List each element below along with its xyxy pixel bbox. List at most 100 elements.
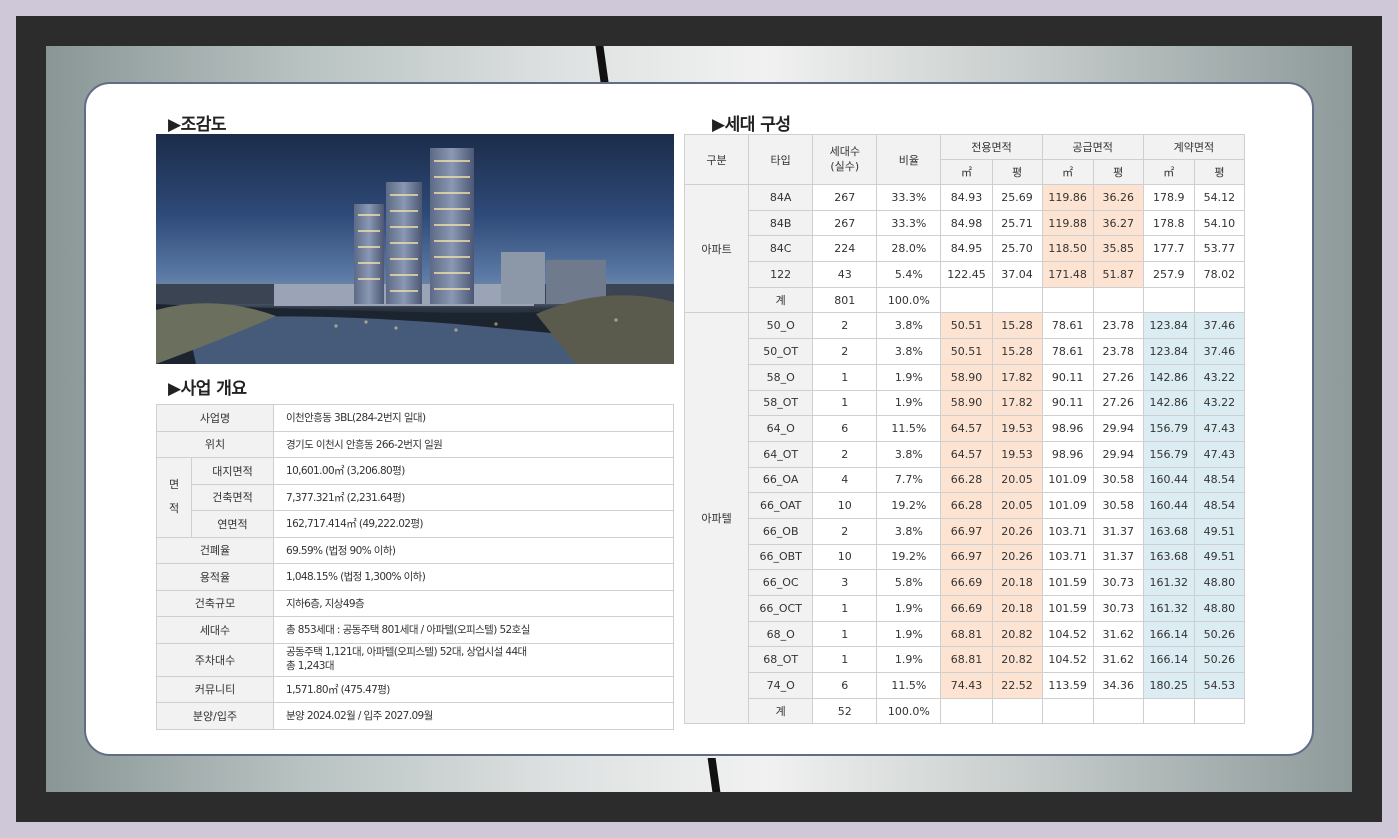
brochure-card: ▶조감도 ▶사업 개요 사업명 이천안흥동 3BL(284-2번지 일대) 위치…	[84, 82, 1314, 756]
empty-cell	[1092, 286, 1144, 314]
table-row: 건폐율 69.59% (법정 90% 이하)	[156, 536, 674, 564]
count-cell: 10	[812, 543, 878, 571]
overview-value: 공동주택 1,121대, 아파텔(오피스텔) 52대, 상업시설 44대 총 1…	[273, 642, 674, 677]
table-row: 건축규모 지하6층, 지상49층	[156, 589, 674, 617]
type-cell: 50_O	[748, 312, 814, 340]
type-cell: 66_OB	[748, 517, 814, 545]
area-cell: 84.95	[940, 235, 993, 263]
table-row: 면 적 대지면적 10,601.00㎡ (3,206.80평)	[156, 457, 674, 538]
count-cell: 43	[812, 261, 878, 288]
area-cell: 31.62	[1092, 620, 1144, 648]
type-cell: 84C	[748, 235, 814, 263]
type-cell: 50_OT	[748, 338, 814, 365]
area-cell: 54.10	[1193, 209, 1246, 237]
area-group-char: 적	[168, 502, 180, 516]
area-cell: 78.02	[1193, 261, 1246, 288]
count-cell: 6	[812, 672, 878, 699]
area-cell: 19.53	[991, 440, 1043, 468]
area-cell: 64.57	[940, 415, 993, 442]
area-cell: 54.12	[1193, 184, 1246, 211]
area-cell: 161.32	[1142, 569, 1195, 596]
overview-label: 세대수	[156, 616, 274, 644]
header-ratio: 비율	[876, 134, 942, 185]
type-cell: 68_O	[748, 620, 814, 648]
overview-label: 연면적	[191, 510, 274, 538]
frame-stripe	[707, 758, 721, 792]
area-cell: 20.26	[991, 517, 1043, 545]
type-cell: 64_O	[748, 415, 814, 442]
count-cell: 1	[812, 389, 878, 417]
table-row: 66_OB 2 3.8% 66.97 20.26 103.71 31.37 163.68 49.…	[685, 517, 1246, 545]
area-cell: 180.25	[1142, 672, 1195, 699]
area-cell: 178.8	[1142, 209, 1195, 237]
empty-cell	[1041, 286, 1094, 314]
empty-cell	[1041, 697, 1094, 725]
area-cell: 119.88	[1041, 209, 1094, 237]
table-row: 사업명 이천안흥동 3BL(284-2번지 일대)	[156, 404, 674, 432]
area-cell: 20.82	[991, 646, 1043, 674]
count-cell: 3	[812, 569, 878, 596]
header-pyeong: 평	[1092, 159, 1144, 185]
area-cell: 20.82	[991, 620, 1043, 648]
area-cell: 118.50	[1041, 235, 1094, 263]
overview-label: 위치	[156, 430, 274, 458]
area-cell: 51.87	[1092, 261, 1144, 288]
area-cell: 48.80	[1193, 595, 1246, 622]
overview-label: 대지면적	[191, 457, 274, 485]
composition-title: ▶세대 구성	[712, 115, 791, 135]
table-row: 64_OT 2 3.8% 64.57 19.53 98.96 29.94 156.79 47.4…	[685, 440, 1246, 468]
overview-value: 이천안흥동 3BL(284-2번지 일대)	[273, 404, 674, 432]
total-count: 801	[812, 286, 878, 314]
category-label: 아파트	[683, 183, 750, 314]
area-cell: 30.73	[1092, 569, 1144, 596]
area-cell: 101.59	[1041, 569, 1094, 596]
area-cell: 48.80	[1193, 569, 1246, 596]
area-cell: 178.9	[1142, 184, 1195, 211]
table-row: 커뮤니티 1,571.80㎡ (475.47평)	[156, 675, 674, 703]
overview-label: 사업명	[156, 404, 274, 432]
aerial-illustration	[156, 148, 674, 364]
ratio-cell: 19.2%	[876, 492, 942, 519]
area-cell: 31.62	[1092, 646, 1144, 674]
overview-value: 69.59% (법정 90% 이하)	[273, 536, 674, 564]
area-cell: 48.54	[1193, 492, 1246, 519]
header-category: 구분	[683, 134, 750, 185]
ratio-cell: 28.0%	[876, 235, 942, 263]
area-cell: 50.51	[940, 312, 993, 340]
total-ratio: 100.0%	[876, 697, 942, 725]
area-cell: 23.78	[1092, 338, 1144, 365]
type-cell: 122	[748, 261, 814, 288]
ratio-cell: 5.8%	[876, 569, 942, 596]
area-cell: 23.78	[1092, 312, 1144, 340]
table-row: 아파텔 50_O 2 3.8% 50.51 15.28 78.61 23.78 123.84 37…	[683, 312, 1246, 725]
area-cell: 101.59	[1041, 595, 1094, 622]
area-cell: 15.28	[991, 338, 1043, 365]
ratio-cell: 3.8%	[876, 517, 942, 545]
overview-value: 지하6층, 지상49층	[273, 589, 674, 617]
type-cell: 66_OA	[748, 466, 814, 494]
header-count: 세대수 (실수)	[812, 134, 878, 185]
area-cell: 171.48	[1041, 261, 1094, 288]
area-cell: 54.53	[1193, 672, 1246, 699]
type-cell: 66_OBT	[748, 543, 814, 571]
count-cell: 1	[812, 646, 878, 674]
ratio-cell: 1.9%	[876, 595, 942, 622]
area-cell: 20.18	[991, 569, 1043, 596]
total-ratio: 100.0%	[876, 286, 942, 314]
area-cell: 31.37	[1092, 543, 1144, 571]
ratio-cell: 11.5%	[876, 415, 942, 442]
area-cell: 29.94	[1092, 415, 1144, 442]
table-row: 58_OT 1 1.9% 58.90 17.82 90.11 27.26 142.86 43.2…	[685, 389, 1246, 417]
count-cell: 2	[812, 440, 878, 468]
header-supply: 공급면적	[1041, 134, 1144, 160]
overview-value: 총 853세대 : 공동주택 801세대 / 아파텔(오피스텔) 52호실	[273, 616, 674, 644]
area-cell: 53.77	[1193, 235, 1246, 263]
ratio-cell: 7.7%	[876, 466, 942, 494]
aerial-title: ▶조감도	[168, 115, 227, 135]
area-cell: 58.90	[940, 363, 993, 391]
area-cell: 177.7	[1142, 235, 1195, 263]
type-cell: 74_O	[748, 672, 814, 699]
area-cell: 66.97	[940, 543, 993, 571]
empty-cell	[1193, 286, 1246, 314]
overview-title: ▶사업 개요	[168, 379, 247, 399]
